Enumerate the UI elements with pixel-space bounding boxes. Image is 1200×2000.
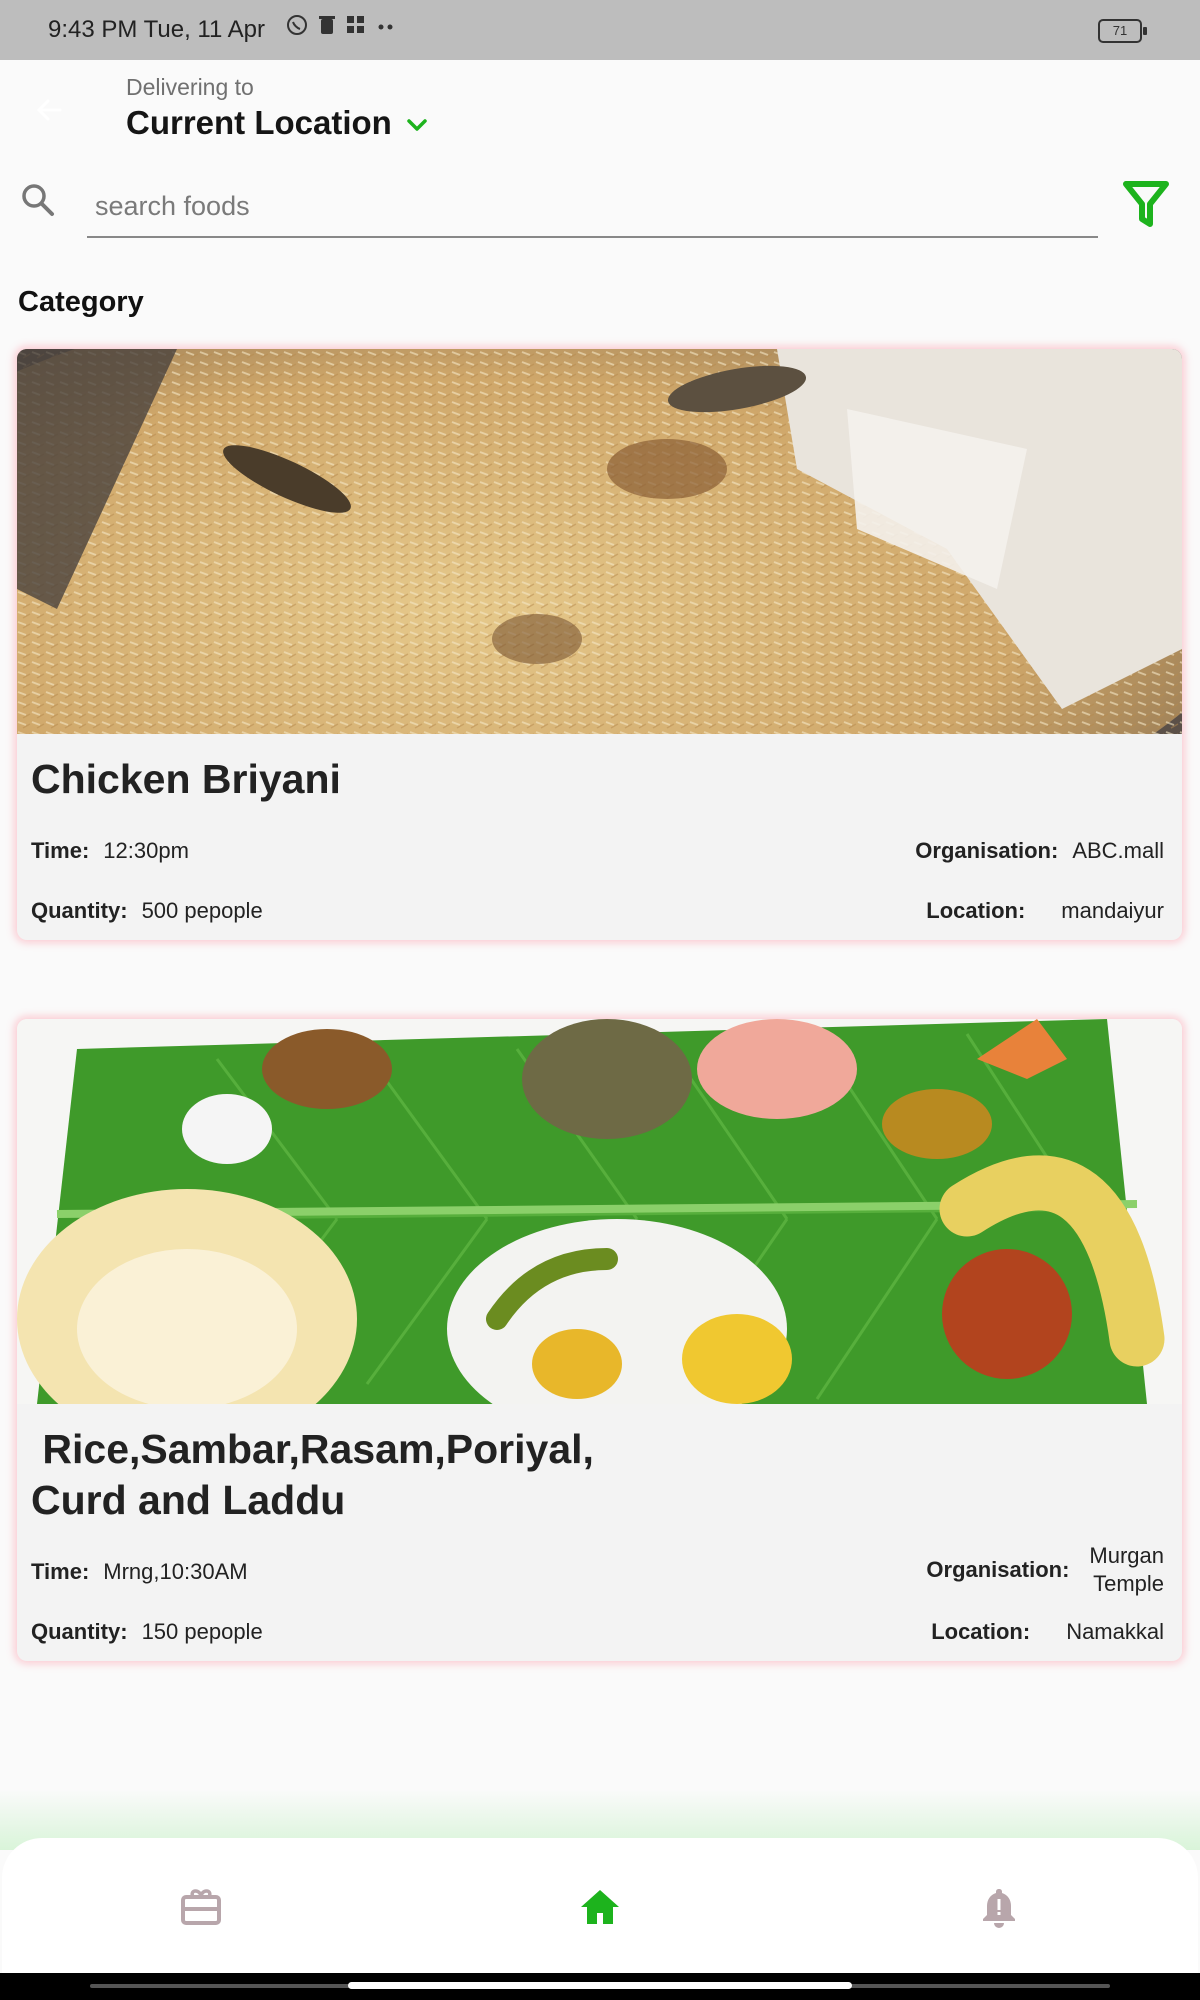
organisation-value: ABC.mall xyxy=(1072,838,1164,863)
apps-icon xyxy=(346,15,366,40)
status-icons xyxy=(286,14,396,41)
quantity-info: Quantity: 500 pepople xyxy=(31,898,263,924)
location-selector[interactable]: Current Location xyxy=(126,104,428,142)
card-title-line-1: Rice,Sambar,Rasam,Poriyal, xyxy=(31,1426,594,1472)
notification-alert-icon xyxy=(983,1889,1015,1928)
time-label: Time: xyxy=(31,1559,90,1584)
status-time: 9:43 PM Tue, 11 Apr xyxy=(48,16,266,43)
time-info: Time: Mrng,10:30AM xyxy=(31,1559,248,1585)
gift-card-icon xyxy=(181,1889,221,1925)
quantity-value: 150 pepople xyxy=(141,1619,263,1644)
food-card-chicken-briyani[interactable]: Chicken Briyani Time: 12:30pm Organisatio… xyxy=(17,349,1182,940)
organisation-info: Organisation: Murgan Temple xyxy=(926,1542,1164,1598)
time-info: Time: 12:30pm xyxy=(31,838,189,864)
quantity-info: Quantity: 150 pepople xyxy=(31,1619,263,1645)
category-heading: Category xyxy=(18,286,144,318)
battery-indicator: 71 xyxy=(1098,19,1147,43)
quantity-label: Quantity: xyxy=(31,898,128,923)
search-input[interactable] xyxy=(87,176,1098,238)
search-icon xyxy=(22,184,54,216)
home-icon xyxy=(581,1890,619,1924)
delivering-to-label: Delivering to xyxy=(126,74,254,100)
time-value: Mrng,10:30AM xyxy=(103,1559,248,1584)
quantity-label: Quantity: xyxy=(31,1619,128,1644)
organisation-info: Organisation: ABC.mall xyxy=(915,838,1164,864)
time-label: Time: xyxy=(31,838,90,863)
location-value: Namakkal xyxy=(1066,1619,1164,1644)
card-title: Chicken Briyani xyxy=(31,756,341,802)
organisation-value-line-1: Murgan xyxy=(1089,1543,1164,1568)
home-gesture-handle[interactable] xyxy=(348,1982,852,1989)
organisation-label: Organisation: xyxy=(926,1557,1070,1582)
nav-gift-card-button[interactable] xyxy=(179,1885,223,1929)
quantity-value: 500 pepople xyxy=(141,898,263,923)
chevron-down-icon xyxy=(407,119,427,131)
food-card-meals[interactable]: Rice,Sambar,Rasam,Poriyal, Curd and Ladd… xyxy=(17,1019,1182,1661)
location-label: Location: xyxy=(931,1619,1031,1644)
current-location-text: Current Location xyxy=(126,104,392,141)
chicken-briyani-image xyxy=(17,349,1182,734)
trash-icon xyxy=(318,14,336,41)
back-arrow-button[interactable] xyxy=(30,90,70,130)
filter-icon xyxy=(1123,181,1169,227)
card-title: Rice,Sambar,Rasam,Poriyal, Curd and Ladd… xyxy=(31,1424,594,1526)
organisation-value-line-2: Temple xyxy=(1093,1571,1164,1596)
time-value: 12:30pm xyxy=(103,838,189,863)
status-bar: 9:43 PM Tue, 11 Apr 71 xyxy=(0,0,1200,60)
location-label: Location: xyxy=(926,898,1026,923)
organisation-label: Organisation: xyxy=(915,838,1059,863)
location-value: mandaiyur xyxy=(1061,898,1164,923)
nav-notifications-button[interactable] xyxy=(977,1885,1021,1929)
meals-on-banana-leaf-image xyxy=(17,1019,1182,1404)
nav-home-button[interactable] xyxy=(578,1885,622,1929)
location-info: Location: mandaiyur xyxy=(926,898,1164,924)
more-dots-icon xyxy=(376,19,396,37)
arrow-left-icon xyxy=(36,99,62,121)
filter-button[interactable] xyxy=(1122,180,1170,235)
card-title-line-2: Curd and Laddu xyxy=(31,1477,346,1523)
location-info: Location: Namakkal xyxy=(931,1619,1164,1645)
whatsapp-icon xyxy=(286,14,308,41)
